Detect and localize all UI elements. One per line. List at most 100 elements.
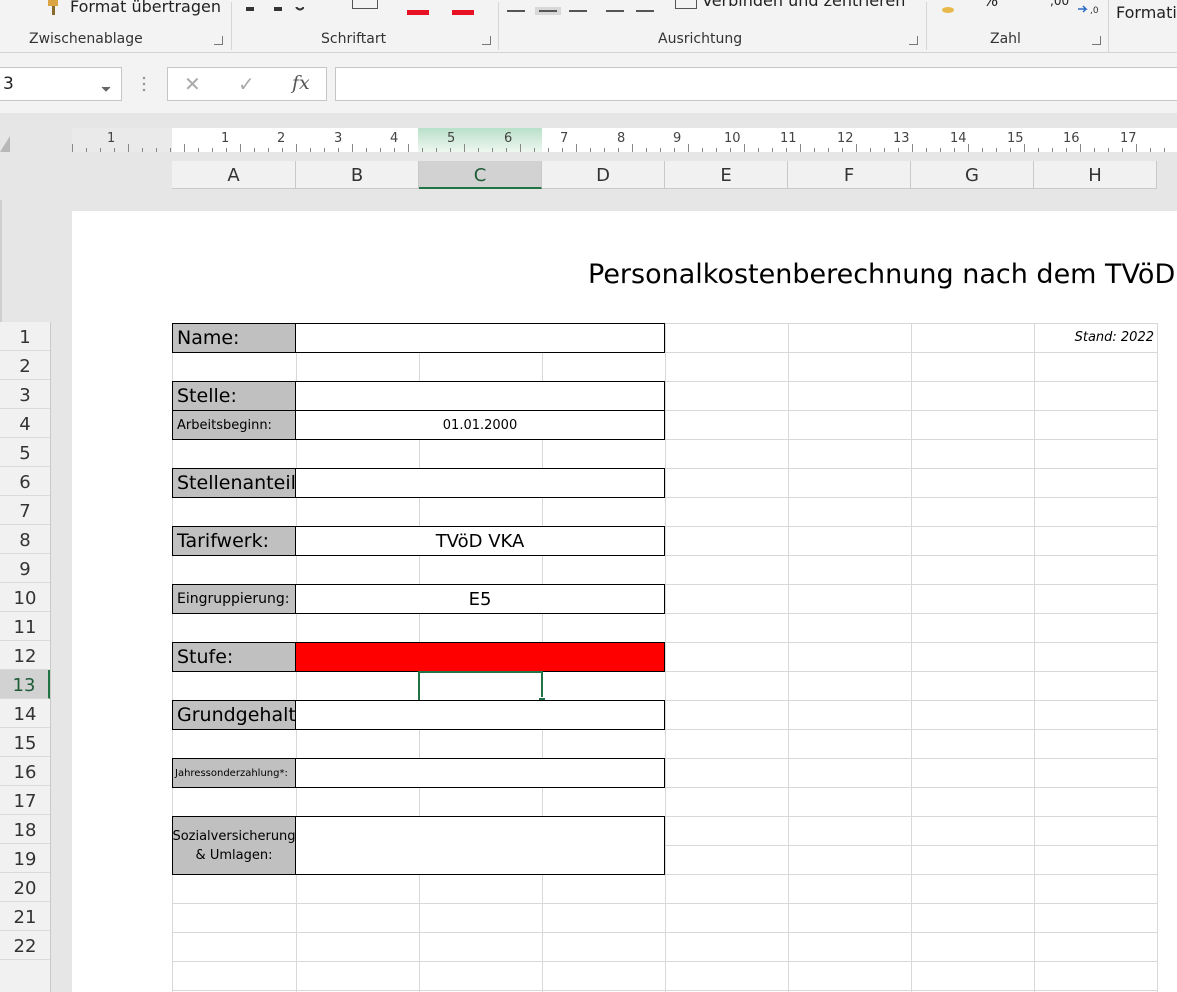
row-header[interactable]: 2 [0,351,50,380]
column-header-a[interactable]: A [172,161,296,189]
border-icon[interactable] [352,0,378,9]
cancel-icon[interactable]: ✕ [184,72,201,96]
ruler-number: 5 [447,131,456,146]
tarifwerk-field[interactable]: TVöD VKA [295,526,665,556]
merge-center-button[interactable]: Verbinden und zentrieren [702,0,905,10]
row-header-gutter: 1 2 3 4 5 6 7 8 9 10 11 12 13 14 15 16 1… [0,322,51,992]
font-launcher-icon[interactable] [482,36,491,45]
name-field[interactable] [295,323,665,353]
row-header[interactable]: 17 [0,786,50,815]
row-header[interactable]: 18 [0,815,50,844]
row-header[interactable]: 4 [0,409,50,438]
arbeitsbeginn-label[interactable]: Arbeitsbeginn: [172,410,296,440]
ruler-tick [1052,148,1053,152]
merge-center-icon[interactable] [675,0,697,9]
ruler-number: 1 [107,131,116,146]
column-header-c[interactable]: C [419,161,542,189]
ruler-number: 9 [673,131,682,146]
number-launcher-icon[interactable] [1092,36,1101,45]
decrease-decimal-button[interactable]: ,00 [1050,0,1069,8]
formula-input[interactable] [335,67,1177,101]
name-label[interactable]: Name: [172,323,296,353]
eingruppierung-label[interactable]: Eingruppierung: [172,584,296,614]
format-painter-button[interactable]: Format übertragen [70,0,221,16]
name-box[interactable]: 3 [0,67,122,101]
font-color-icon[interactable] [450,0,476,15]
ruler-tick [268,148,269,152]
ruler-tick [800,144,801,152]
thousands-separator-button[interactable]: 000 [1012,0,1037,4]
ruler-margin [72,128,172,152]
row-header[interactable]: 11 [0,612,50,641]
ruler-tick [436,148,437,152]
align-icons[interactable] [505,0,595,15]
column-header-e[interactable]: E [665,161,788,189]
row-header[interactable]: 16 [0,757,50,786]
eingruppierung-field[interactable]: E5 [295,584,665,614]
sozialversicherung-field[interactable] [295,816,665,875]
arbeitsbeginn-field[interactable]: 01.01.2000 [295,410,665,440]
ruler-tick [926,148,927,152]
row-header[interactable]: 22 [0,931,50,960]
stellenanteil-label[interactable]: Stellenanteil: [172,468,302,498]
row-header[interactable]: 15 [0,728,50,757]
ruler-tick [674,148,675,152]
insert-function-icon[interactable]: fx [292,72,310,94]
tarifwerk-label[interactable]: Tarifwerk: [172,526,296,556]
stelle-field[interactable] [295,381,665,411]
stand-label[interactable]: Stand: 2022 [1034,324,1154,352]
chevron-down-icon[interactable] [101,78,111,97]
ruler-tick [870,148,871,152]
row-header[interactable]: 1 [0,322,50,351]
row-header[interactable]: 9 [0,554,50,583]
formula-buttons: ✕ ✓ fx [167,67,327,101]
stellenanteil-field[interactable] [295,468,665,498]
row-header[interactable]: 12 [0,641,50,670]
conditional-format-button[interactable]: Formati [1116,3,1177,22]
active-cell-c13[interactable] [418,671,543,702]
ruler-number: 14 [950,131,967,146]
column-header-d[interactable]: D [542,161,665,189]
row-header[interactable]: 6 [0,467,50,496]
row-header[interactable]: 10 [0,583,50,612]
stufe-label[interactable]: Stufe: [172,642,296,672]
accounting-format-icon[interactable] [940,0,956,13]
font-style-buttons[interactable] [244,0,305,11]
ruler-number: 6 [504,131,513,146]
select-all-corner-icon[interactable] [0,136,10,152]
grundgehalt-label[interactable]: Grundgehalt: [172,700,302,730]
format-painter-icon[interactable] [44,0,64,16]
row-header[interactable]: 8 [0,525,50,554]
enter-icon[interactable]: ✓ [238,72,255,96]
column-header-f[interactable]: F [788,161,911,189]
jahressonderzahlung-field[interactable] [295,758,665,788]
indent-icons[interactable] [604,0,658,12]
fill-color-icon[interactable] [405,0,431,15]
percent-style-button[interactable]: % [983,0,998,10]
increase-decimal-icon[interactable]: ,0 [1076,0,1102,16]
row-header[interactable]: 19 [0,844,50,873]
drag-handle-icon[interactable] [142,75,146,93]
gridline-horizontal [172,903,1157,904]
clipboard-launcher-icon[interactable] [214,36,223,45]
row-header[interactable]: 5 [0,438,50,467]
row-header[interactable]: 21 [0,902,50,931]
sozialversicherung-label[interactable]: Sozialversicherung & Umlagen: [172,816,296,875]
column-header-h[interactable]: H [1034,161,1157,189]
column-header-b[interactable]: B [296,161,419,189]
row-header[interactable]: 14 [0,699,50,728]
jahressonderzahlung-label[interactable]: Jahressonderzahlung*: [172,758,296,788]
stufe-field[interactable] [295,642,665,672]
row-header[interactable]: 7 [0,496,50,525]
grundgehalt-field[interactable] [295,700,665,730]
ruler-tick [646,148,647,152]
row-header-selected[interactable]: 13 [0,670,50,699]
gridline-horizontal [172,990,1157,991]
row-header[interactable]: 20 [0,873,50,902]
row-header[interactable]: 3 [0,380,50,409]
stelle-label[interactable]: Stelle: [172,381,296,411]
alignment-launcher-icon[interactable] [909,36,918,45]
column-header-g[interactable]: G [911,161,1034,189]
ruler-number: 3 [334,131,343,146]
ruler-tick [450,148,451,152]
